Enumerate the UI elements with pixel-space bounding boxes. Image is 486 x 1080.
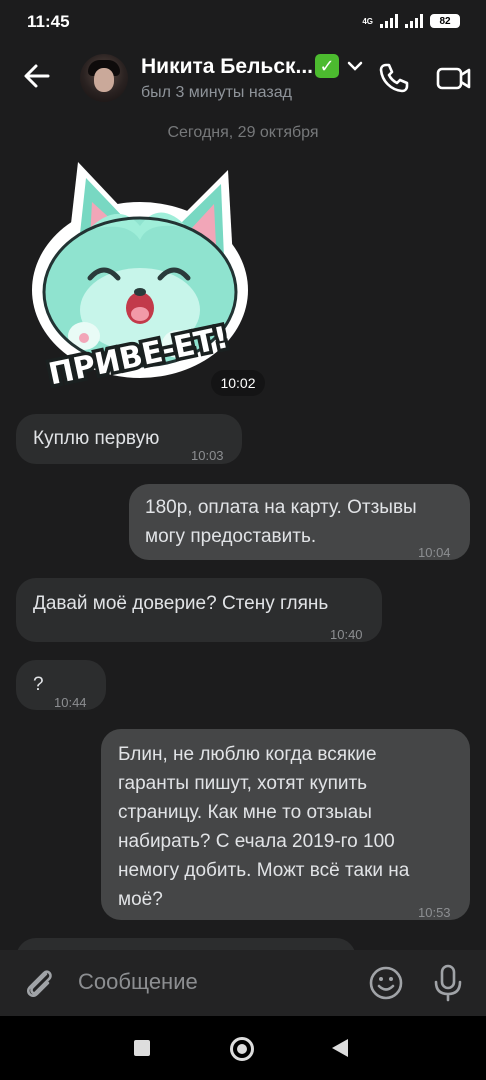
system-navigation-bar — [0, 1016, 486, 1080]
message-text: Куплю первую — [33, 428, 160, 449]
chevron-down-icon[interactable] — [346, 58, 364, 74]
system-back-button[interactable] — [332, 1039, 348, 1057]
contact-name[interactable]: Никита Бельск... — [141, 55, 313, 79]
message-text: Давай моё доверие? Стену глянь — [33, 593, 329, 614]
message-bubble-incoming[interactable]: ? 10:44 — [16, 660, 106, 710]
message-time: 10:40 — [330, 627, 363, 642]
sticker-time: 10:02 — [211, 370, 265, 396]
message-text: ? — [33, 674, 44, 695]
sticker-fox-image: ПРИВЕ-ЕТ! — [32, 162, 248, 396]
message-time: 10:03 — [191, 448, 224, 463]
sticker-message[interactable]: ПРИВЕ-ЕТ! — [28, 160, 258, 396]
emoji-button[interactable] — [368, 965, 404, 1001]
date-separator: Сегодня, 29 октября — [167, 124, 319, 141]
back-arrow-icon — [24, 64, 50, 88]
message-bubble-incoming[interactable]: Давай моё доверие? Стену глянь 10:40 — [16, 578, 382, 642]
battery-level: 82 — [439, 15, 451, 27]
last-seen-status: был 3 минуты назад — [141, 84, 292, 101]
video-call-button[interactable] — [434, 58, 474, 98]
message-time: 10:53 — [418, 905, 451, 920]
chat-header: Никита Бельск... ✓ был 3 минуты назад — [0, 44, 486, 108]
message-time: 10:04 — [418, 545, 451, 560]
message-text: Блин, не люблю когда всякие гаранты пишу… — [118, 744, 410, 910]
video-camera-icon — [436, 67, 471, 90]
microphone-icon — [434, 964, 462, 1002]
message-input[interactable]: Сообщение — [78, 969, 198, 995]
battery-icon: 82 — [430, 14, 460, 28]
voice-message-button[interactable] — [430, 963, 466, 1003]
message-text: 180р, оплата на карту. Отзывы могу предо… — [145, 497, 417, 547]
back-button[interactable] — [18, 56, 58, 96]
verified-badge-icon: ✓ — [315, 54, 339, 78]
network-label: 4G — [362, 16, 373, 26]
message-time: 10:44 — [54, 695, 87, 710]
paperclip-icon — [27, 970, 52, 997]
status-bar: 11:45 4G 82 — [0, 0, 486, 44]
recent-apps-button[interactable] — [134, 1040, 150, 1056]
signal-icon — [380, 14, 398, 28]
signal-icon-2 — [405, 14, 423, 28]
call-button[interactable] — [374, 58, 414, 98]
avatar[interactable] — [80, 54, 128, 102]
status-time: 11:45 — [27, 12, 70, 31]
attach-button[interactable] — [20, 964, 58, 1002]
message-bubble-outgoing[interactable]: 180р, оплата на карту. Отзывы могу предо… — [129, 484, 470, 560]
message-bubble-outgoing[interactable]: Блин, не люблю когда всякие гаранты пишу… — [101, 729, 470, 920]
emoji-icon — [369, 966, 403, 1000]
message-bubble-incoming[interactable]: Куплю первую 10:03 — [16, 414, 242, 464]
phone-icon — [379, 63, 409, 93]
home-button[interactable] — [230, 1037, 254, 1061]
status-icons: 4G 82 — [362, 14, 460, 28]
message-composer: Сообщение — [0, 950, 486, 1016]
